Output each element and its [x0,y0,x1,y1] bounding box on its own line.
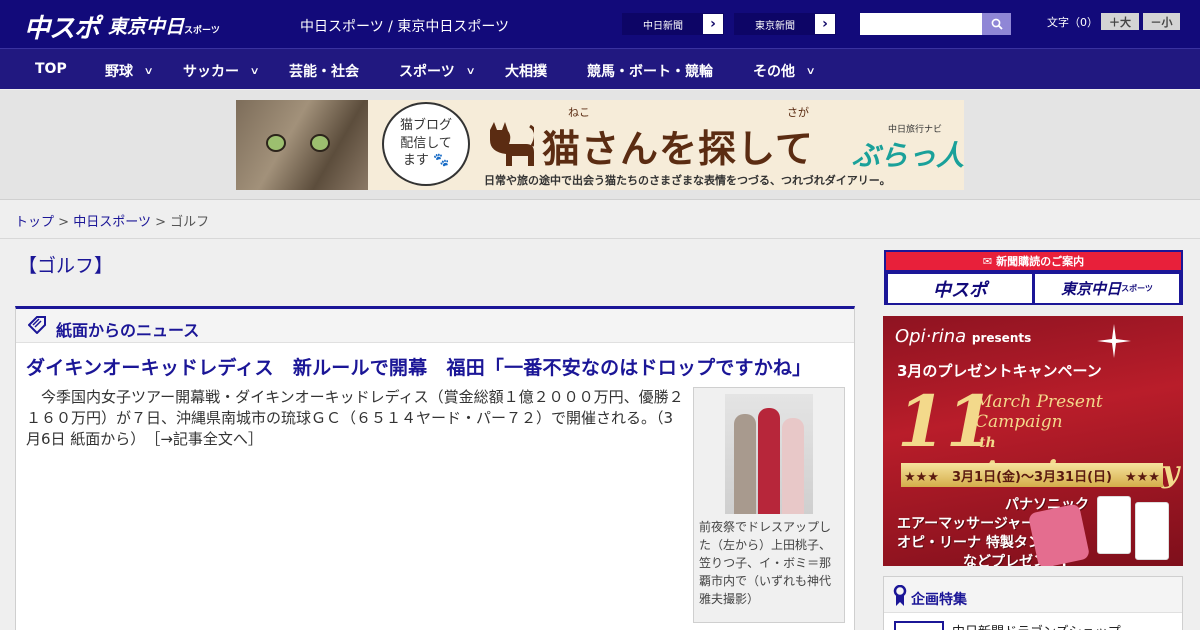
cat-blog-ad-banner[interactable]: 猫ブログ 配信して ます 🐾 ねこ さが 猫さんを探して 中日旅行ナビ ぶらっ人… [236,100,964,190]
breadcrumb-section[interactable]: 中日スポーツ [73,215,151,230]
subscribe-tokyo-chunichi-label: 東京中日 [1061,280,1122,298]
tokyo-shimbun-label: 東京新聞 [735,14,815,34]
special-feature-title: 企画特集 [911,592,967,608]
chunichi-shimbun-link[interactable]: 中日新聞 › [622,13,724,35]
news-box-header: 紙面からのニュース [16,309,854,343]
ad-brand-opirina: Opi·rina presents [895,326,1032,347]
newspaper-tag-icon [28,316,46,334]
special-feature-header: 企画特集 [884,577,1182,613]
speech-bubble: 猫ブログ 配信して ます 🐾 [382,102,470,186]
special-feature-box: 企画特集 中日新聞ドラゴンズショップ [883,576,1183,630]
bubble-line3: ます 🐾 [402,153,450,169]
chevron-down-icon: ∨ [805,65,816,77]
cat-photo [236,100,368,190]
breadcrumb-separator: > [58,215,70,230]
subscription-box: ✉ 新聞購読のご案内 中スポ 東京中日 スポーツ [884,250,1183,305]
article-photo-box: 前夜祭でドレスアップした（左から）上田桃子、笠りつ子、イ・ボミ＝那覇市内で（いず… [693,387,845,623]
font-smaller-button[interactable]: －小 [1143,13,1180,30]
nav-item-top[interactable]: TOP [35,61,67,77]
opirina-campaign-ad[interactable]: Opi·rina presents 3月のプレゼントキャンペーン 11 Marc… [883,316,1183,566]
ad-campaign-title: 3月のプレゼントキャンペーン [897,362,1102,380]
ad-title: 猫さんを探して [542,127,814,171]
site-header: 中スポ 東京中日スポーツ 中日スポーツ / 東京中日スポーツ 中日新聞 › 東京… [0,0,1200,48]
chevron-down-icon: ∨ [143,65,154,77]
nav-item-label: サッカー [183,64,239,80]
nav-item-entertainment[interactable]: 芸能・社会 [289,61,359,81]
subscribe-chuspo-button[interactable]: 中スポ [888,274,1032,303]
tumbler-image [1135,502,1169,560]
tokyo-chunichi-logo[interactable]: 東京中日スポーツ [108,12,220,39]
bubble-line1: 猫ブログ [399,118,452,133]
article-title[interactable]: ダイキンオーキッドレディス 新ルールで開幕 福田「一番不安なのはドロップですかね… [26,353,811,380]
nav-item-label: 野球 [105,64,133,80]
cat-silhouette-icon [490,122,534,166]
chevron-down-icon: ∨ [465,65,476,77]
ad-subtitle: 日常や旅の途中で出会う猫たちのさまざまな表情をつづる、つれづれダイアリー。 [484,174,891,187]
nav-item-label: 芸能・社会 [289,64,359,80]
chevron-right-icon: › [710,16,716,32]
search-input[interactable] [860,13,982,35]
subscribe-tokyo-chunichi-button[interactable]: 東京中日 スポーツ [1035,274,1179,303]
subscription-label: ✉ 新聞購読のご案内 [886,252,1181,270]
paw-icon: 🐾 [432,153,450,169]
ad-brand: ぶらっ人 [852,139,964,172]
article-body: 今季国内女子ツアー開幕戦・ダイキンオーキッドレディス（賞金総額１億２０００万円、… [26,388,684,448]
cat-eye-left [266,134,286,152]
main-nav: TOP 野球 ∨ サッカー ∨ 芸能・社会 スポーツ ∨ 大相撲 競馬・ボート・… [0,48,1200,89]
tumbler-image [1097,496,1131,554]
article-photo[interactable] [725,394,813,514]
ribbon-icon [893,585,907,606]
font-bigger-button[interactable]: ＋大 [1101,13,1139,30]
tokyo-chunichi-logo-small: スポーツ [184,26,220,36]
photo-person-1 [734,414,756,514]
divider [0,238,1200,239]
sparkle-icon [1097,324,1131,358]
chunichi-shimbun-label: 中日新聞 [623,14,703,34]
breadcrumb-top[interactable]: トップ [15,215,54,230]
chevron-down-icon: ∨ [249,65,260,77]
nav-item-sports[interactable]: スポーツ ∨ [399,61,476,81]
bubble-line2: 配信して [400,135,452,151]
nav-item-other[interactable]: その他 ∨ [753,61,816,81]
nav-item-soccer[interactable]: サッカー ∨ [183,61,260,81]
tokyo-chunichi-logo-text: 東京中日 [108,16,185,38]
nav-item-label: その他 [753,64,795,80]
tokyo-shimbun-link[interactable]: 東京新聞 › [734,13,836,35]
nav-item-label: 大相撲 [505,64,547,80]
nav-item-racing[interactable]: 競馬・ボート・競輪 [587,61,713,81]
news-box-title: 紙面からのニュース [56,321,200,340]
cat-eye-right [310,134,330,152]
site-names[interactable]: 中日スポーツ / 東京中日スポーツ [300,16,509,36]
photo-person-3 [782,418,804,514]
photo-person-2 [758,408,780,514]
nav-item-label: スポーツ [399,64,455,80]
news-box: 紙面からのニュース ダイキンオーキッドレディス 新ルールで開幕 福田「一番不安な… [15,306,855,630]
nav-item-sumo[interactable]: 大相撲 [505,61,547,81]
page-title: 【ゴルフ】 [18,255,114,277]
search-button[interactable] [982,13,1011,35]
special-feature-item[interactable]: 中日新聞ドラゴンズショップ [952,621,1121,630]
newspaper-icon: ✉ [982,254,993,268]
nav-item-label: TOP [35,61,67,77]
breadcrumb-separator: > [155,215,166,230]
dragons-shop-thumbnail[interactable] [894,621,944,630]
breadcrumb: トップ > 中日スポーツ > ゴルフ [15,211,209,230]
search-icon [991,18,1003,30]
article-summary: 今季国内女子ツアー開幕戦・ダイキンオーキッドレディス（賞金総額１億２０００万円、… [26,387,686,450]
breadcrumb-current: ゴルフ [170,215,210,230]
chevron-right-icon: › [822,16,828,32]
photo-caption: 前夜祭でドレスアップした（左から）上田桃子、笠りつ子、イ・ボミ＝那覇市内で（いず… [699,520,832,606]
nav-item-baseball[interactable]: 野球 ∨ [105,61,154,81]
ad-campaign-dates: ★★★ 3月1日(金)〜3月31日(日) ★★★ [901,463,1163,487]
subscribe-tokyo-chunichi-small: スポーツ [1121,284,1153,293]
nav-item-label: 競馬・ボート・競輪 [587,64,713,80]
font-size-label: 文字（0） [1047,16,1098,29]
read-more-link[interactable]: ［→記事全文へ］ [153,430,263,448]
chuspo-logo[interactable]: 中スポ [24,8,100,45]
